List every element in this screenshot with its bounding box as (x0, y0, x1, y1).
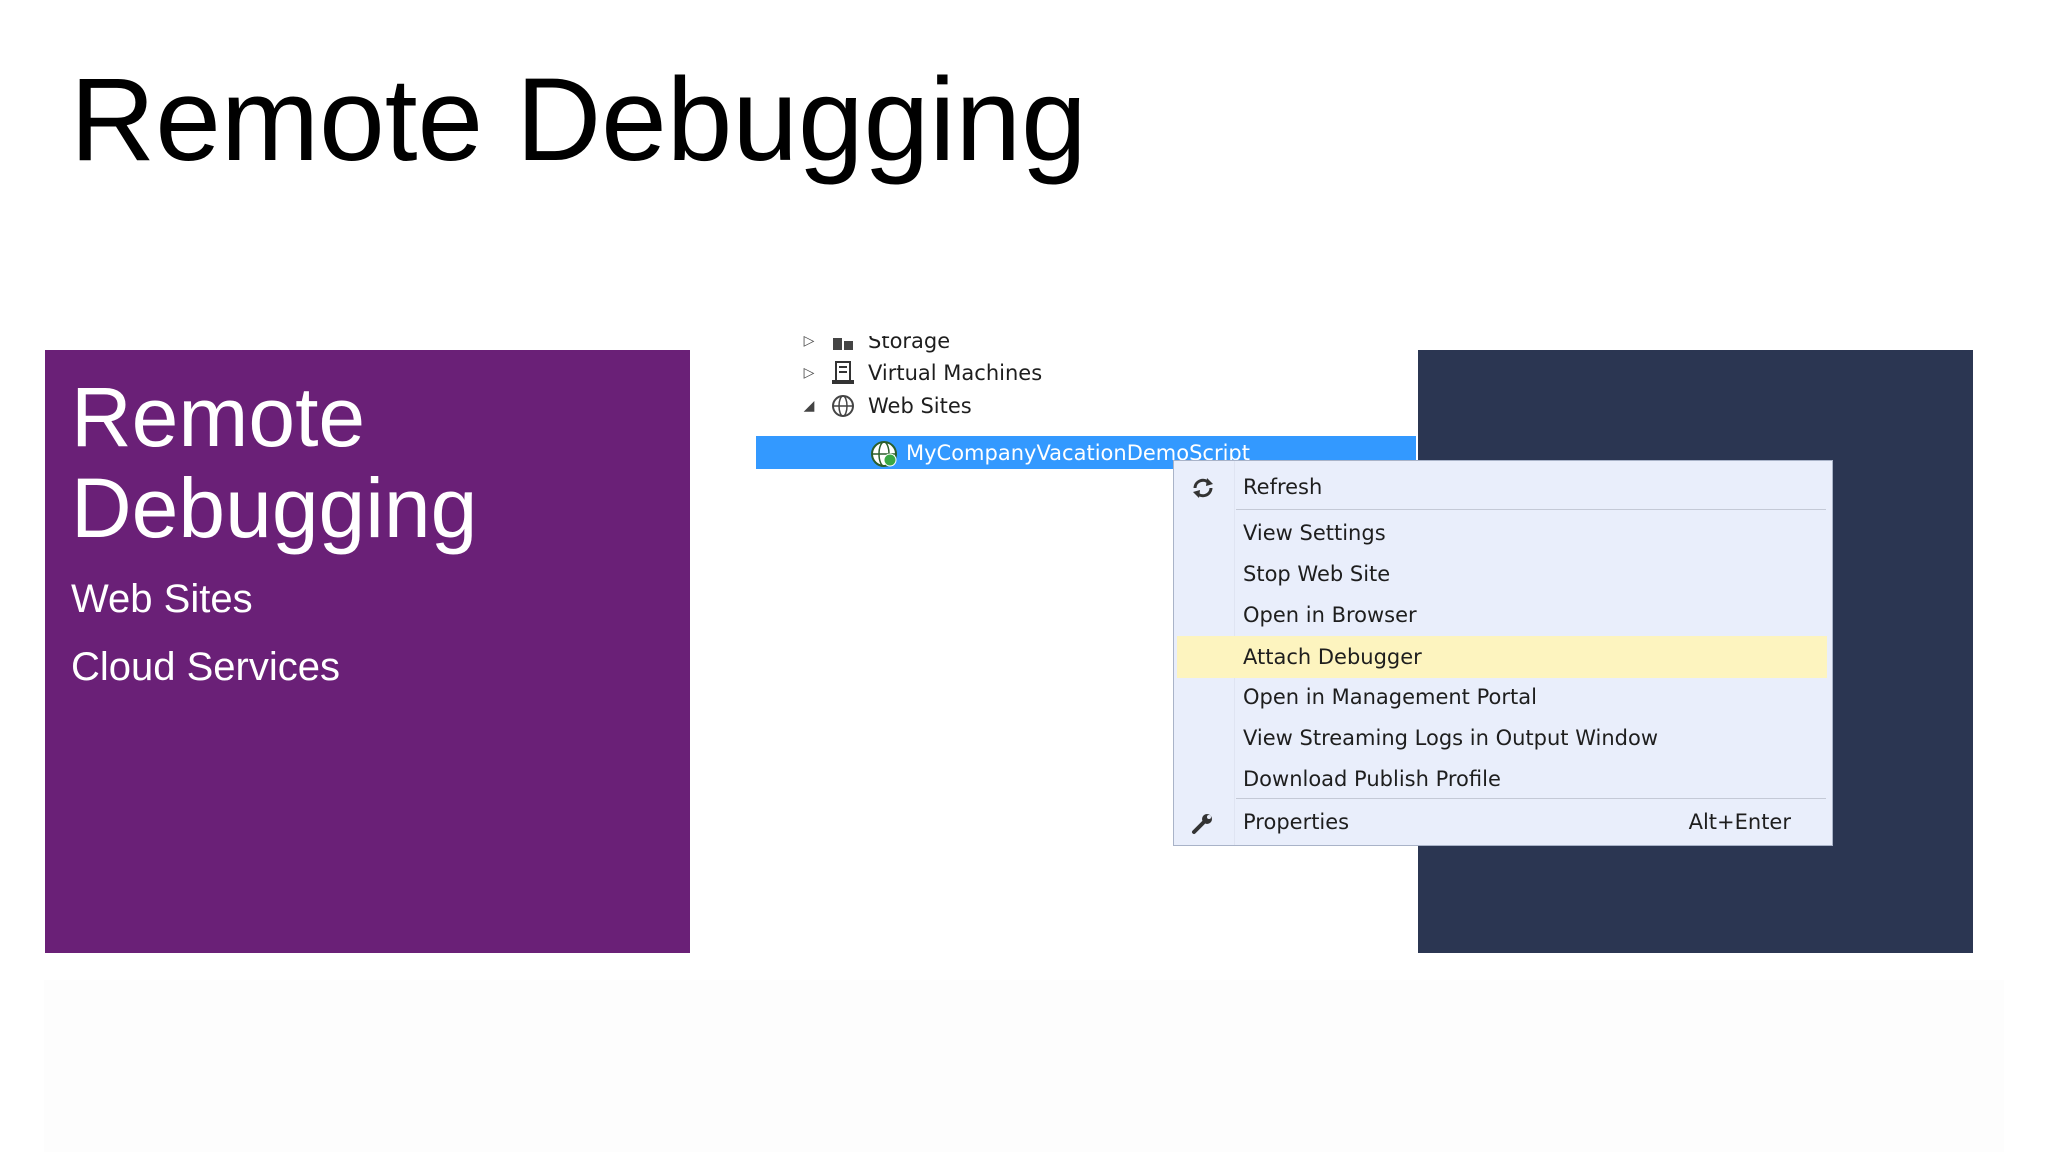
menu-item-attach-debugger[interactable]: Attach Debugger (1177, 636, 1827, 678)
left-panel-item-cloud-services: Cloud Services (71, 645, 341, 689)
menu-separator (1236, 798, 1826, 799)
left-panel-heading: Remote Debugging (71, 370, 478, 555)
menu-item-stop-web-site[interactable]: Stop Web Site (1177, 555, 1827, 593)
slide-footer-band (44, 980, 2004, 1152)
refresh-icon (1191, 476, 1215, 500)
tree-node-storage[interactable]: ▷ Storage (798, 336, 951, 357)
tree-node-label: Storage (868, 336, 951, 353)
menu-item-label: View Streaming Logs in Output Window (1243, 726, 1659, 750)
menu-item-open-in-management-portal[interactable]: Open in Management Portal (1177, 678, 1827, 716)
slide-title: Remote Debugging (70, 54, 1087, 186)
menu-item-refresh[interactable]: Refresh (1177, 468, 1827, 506)
menu-item-shortcut: Alt+Enter (1688, 810, 1791, 834)
menu-item-label: Attach Debugger (1243, 645, 1422, 669)
menu-item-properties[interactable]: Properties Alt+Enter (1177, 803, 1827, 841)
menu-item-label: Refresh (1243, 475, 1323, 499)
menu-item-open-in-browser[interactable]: Open in Browser (1177, 596, 1827, 634)
tree-node-web-sites[interactable]: ◢ Web Sites (798, 389, 972, 422)
menu-separator (1236, 509, 1826, 510)
left-panel-item-web-sites: Web Sites (71, 577, 253, 621)
expand-arrow-icon[interactable]: ▷ (798, 336, 820, 349)
menu-item-view-streaming-logs[interactable]: View Streaming Logs in Output Window (1177, 719, 1827, 757)
tree-node-label: Web Sites (868, 393, 972, 418)
menu-item-view-settings[interactable]: View Settings (1177, 514, 1827, 552)
collapse-arrow-icon[interactable]: ◢ (798, 398, 820, 414)
left-panel: Remote Debugging Web Sites Cloud Service… (45, 350, 690, 953)
tree-node-label: Virtual Machines (868, 360, 1043, 385)
storage-icon (830, 336, 856, 354)
menu-item-label: Download Publish Profile (1243, 767, 1501, 791)
server-explorer-tree: ▷ Storage ▷ Virtual Machines ◢ Web Sites… (756, 336, 1416, 470)
wrench-icon (1191, 811, 1215, 835)
virtual-machines-icon (830, 360, 856, 386)
menu-item-label: View Settings (1243, 521, 1386, 545)
context-menu: Refresh View Settings Stop Web Site Open… (1173, 460, 1833, 846)
tree-node-virtual-machines[interactable]: ▷ Virtual Machines (798, 356, 1042, 389)
web-sites-icon (830, 393, 856, 419)
menu-item-label: Open in Browser (1243, 603, 1417, 627)
menu-item-download-publish-profile[interactable]: Download Publish Profile (1177, 760, 1827, 798)
menu-item-label: Stop Web Site (1243, 562, 1391, 586)
menu-item-label: Properties (1243, 810, 1350, 834)
website-globe-icon (870, 440, 897, 467)
expand-arrow-icon[interactable]: ▷ (798, 365, 820, 381)
menu-item-label: Open in Management Portal (1243, 685, 1537, 709)
